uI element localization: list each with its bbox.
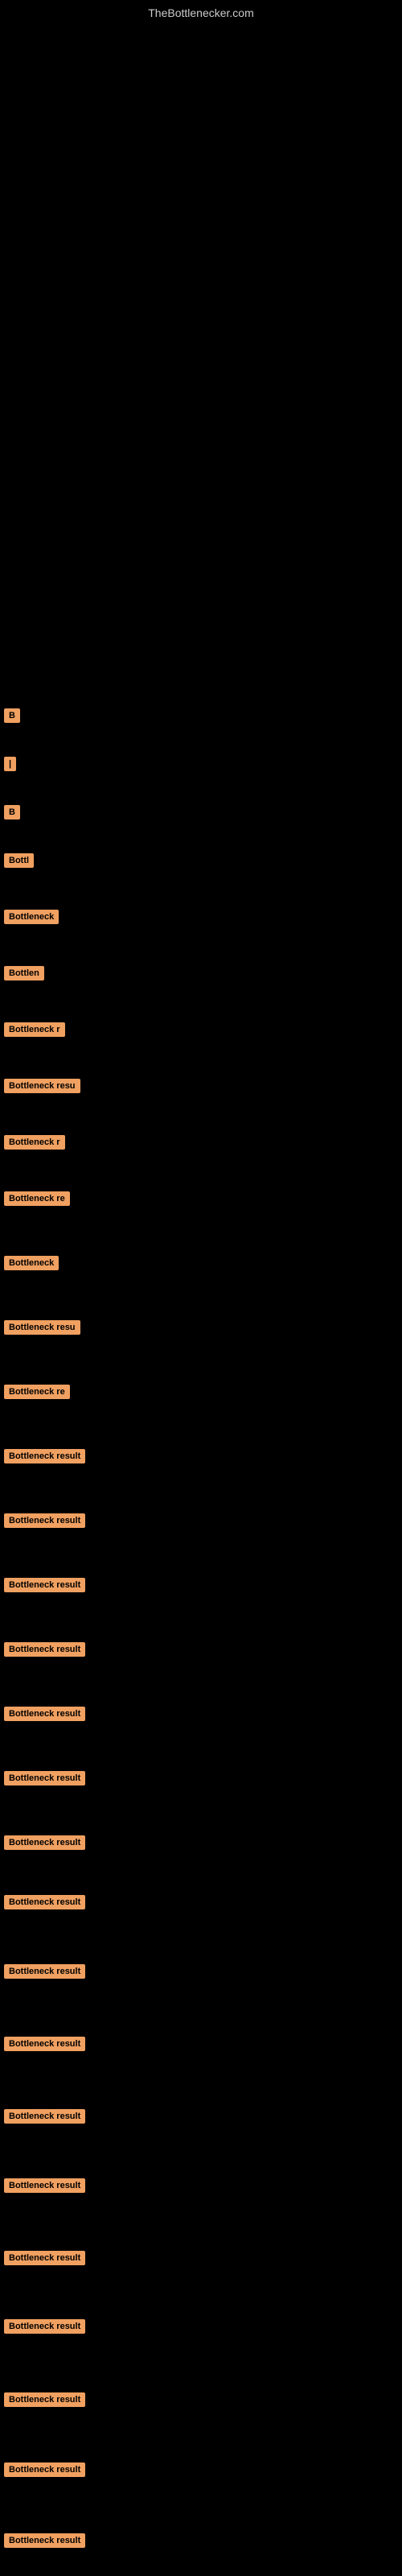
bottleneck-result-label[interactable]: Bottleneck result — [4, 1707, 85, 1721]
bottleneck-result-label[interactable]: Bottleneck — [4, 910, 59, 924]
bottleneck-result-label[interactable]: Bottleneck result — [4, 2251, 85, 2265]
bottleneck-result-label[interactable]: Bottleneck r — [4, 1135, 65, 1150]
bottleneck-result-label[interactable]: Bottl — [4, 853, 34, 868]
bottleneck-result-label[interactable]: Bottleneck r — [4, 1022, 65, 1037]
bottleneck-result-label[interactable]: Bottleneck result — [4, 2109, 85, 2124]
bottleneck-result-label[interactable]: Bottleneck result — [4, 1578, 85, 1592]
bottleneck-result-label[interactable]: | — [4, 757, 16, 771]
bottleneck-result-label[interactable]: Bottleneck result — [4, 2462, 85, 2477]
bottleneck-result-label[interactable]: Bottlen — [4, 966, 44, 980]
bottleneck-result-label[interactable]: Bottleneck resu — [4, 1079, 80, 1093]
bottleneck-result-label[interactable]: Bottleneck — [4, 1256, 59, 1270]
bottleneck-result-label[interactable]: Bottleneck result — [4, 2533, 85, 2548]
bottleneck-result-label[interactable]: Bottleneck result — [4, 1895, 85, 1909]
bottleneck-result-label[interactable]: Bottleneck re — [4, 1385, 70, 1399]
bottleneck-result-label[interactable]: Bottleneck result — [4, 1771, 85, 1785]
bottleneck-result-label[interactable]: Bottleneck result — [4, 1513, 85, 1528]
bottleneck-result-label[interactable]: Bottleneck result — [4, 1835, 85, 1850]
bottleneck-result-label[interactable]: Bottleneck result — [4, 2319, 85, 2334]
bottleneck-result-label[interactable]: Bottleneck result — [4, 1964, 85, 1979]
bottleneck-result-label[interactable]: Bottleneck result — [4, 2392, 85, 2407]
site-title: TheBottlenecker.com — [148, 6, 254, 19]
bottleneck-result-label[interactable]: Bottleneck result — [4, 2178, 85, 2193]
bottleneck-result-label[interactable]: B — [4, 805, 20, 819]
bottleneck-result-label[interactable]: Bottleneck result — [4, 2037, 85, 2051]
bottleneck-result-label[interactable]: Bottleneck result — [4, 1449, 85, 1463]
bottleneck-result-label[interactable]: B — [4, 708, 20, 723]
bottleneck-result-label[interactable]: Bottleneck resu — [4, 1320, 80, 1335]
bottleneck-result-label[interactable]: Bottleneck re — [4, 1191, 70, 1206]
bottleneck-result-label[interactable]: Bottleneck result — [4, 1642, 85, 1657]
